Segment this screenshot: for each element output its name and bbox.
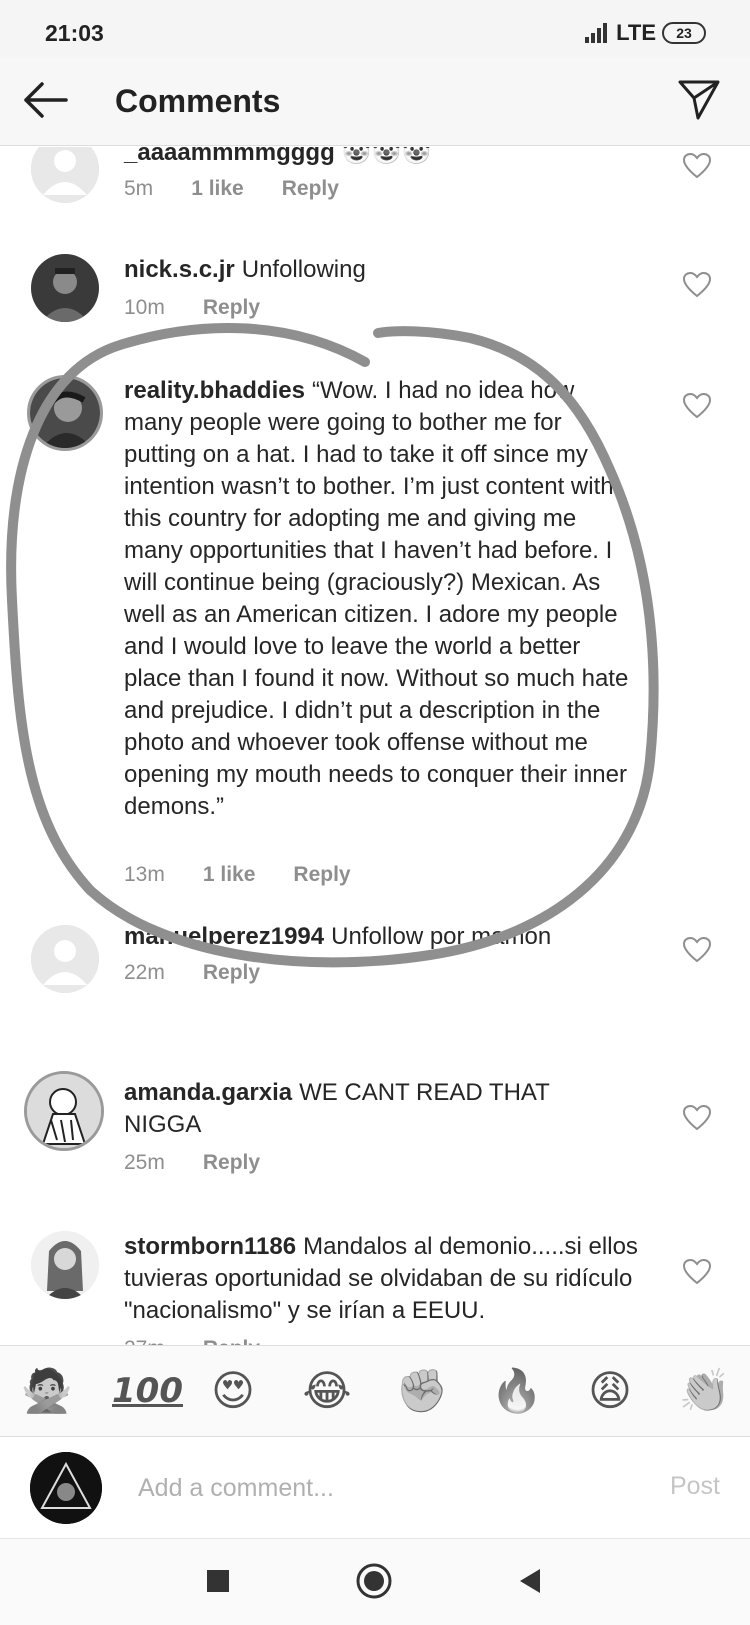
heart-eyes-emoji[interactable]: 😍 xyxy=(206,1364,260,1418)
comment-meta: 5m 1 like Reply xyxy=(124,177,339,201)
reply-button[interactable]: Reply xyxy=(203,296,260,320)
like-heart-icon[interactable] xyxy=(683,272,711,298)
raised-fist-emoji[interactable]: ✊ xyxy=(395,1364,449,1418)
reply-button[interactable]: Reply xyxy=(293,863,350,887)
like-heart-icon[interactable] xyxy=(683,1105,711,1131)
comment-likes[interactable]: 1 like xyxy=(203,863,256,887)
like-heart-icon[interactable] xyxy=(683,1259,711,1285)
avatar[interactable] xyxy=(31,254,99,322)
status-indicators: LTE 23 xyxy=(584,20,706,46)
reply-button[interactable]: Reply xyxy=(282,177,339,201)
comment-body: amanda.garxia WE CANT READ THAT NIGGA xyxy=(124,1077,594,1141)
comment-meta: 13m 1 like Reply xyxy=(124,863,351,887)
network-type: LTE xyxy=(616,20,656,45)
comment-time: 22m xyxy=(124,961,165,984)
comment-body: stormborn1186 Mandalos al demonio.....si … xyxy=(124,1231,644,1327)
recents-square-icon[interactable] xyxy=(196,1559,240,1603)
comment-username[interactable]: amanda.garxia xyxy=(124,1079,292,1106)
comment-time: 13m xyxy=(124,863,165,886)
status-time: 21:03 xyxy=(45,20,104,46)
emoji-quick-bar: 🙅 100 😍 😂 ✊ 🔥 😩 👏 xyxy=(0,1345,750,1437)
like-heart-icon[interactable] xyxy=(683,937,711,963)
comment-username[interactable]: manuelperez1994 xyxy=(124,923,324,950)
comment-time: 25m xyxy=(124,1151,165,1174)
comment-time: 27m xyxy=(124,1337,165,1345)
comment-input[interactable] xyxy=(138,1468,588,1508)
comment-meta: 22m Reply xyxy=(124,961,260,985)
joy-emoji[interactable]: 😂 xyxy=(300,1364,354,1418)
status-bar: 21:03 LTE 23 xyxy=(0,0,750,58)
comment-time: 5m xyxy=(124,177,154,200)
comment-body: manuelperez1994 Unfollow por mamon xyxy=(124,921,654,953)
comment-list[interactable]: _aaaammmmgggg 🤡🤡🤡 5m 1 like Reply nick.s.… xyxy=(0,147,750,1345)
comment-body: reality.bhaddies “Wow. I had no idea how … xyxy=(124,375,639,823)
page-title: Comments xyxy=(115,83,281,119)
avatar[interactable] xyxy=(24,1071,104,1151)
comment-text: 🤡🤡🤡 xyxy=(341,147,432,166)
comment-likes[interactable]: 1 like xyxy=(191,177,244,201)
reply-button[interactable]: Reply xyxy=(203,1151,260,1175)
avatar[interactable] xyxy=(31,925,99,993)
reply-button[interactable]: Reply xyxy=(203,961,260,985)
battery-icon: 23 xyxy=(662,22,706,44)
comment-body: nick.s.c.jr Unfollowing xyxy=(124,254,654,286)
back-triangle-icon[interactable] xyxy=(508,1559,552,1603)
comment-username[interactable]: _aaaammmmgggg xyxy=(124,147,335,166)
home-circle-icon[interactable] xyxy=(352,1559,396,1603)
no-entry-emoji[interactable]: 🙅 xyxy=(20,1364,74,1418)
post-button[interactable]: Post xyxy=(670,1472,720,1501)
comment-body: _aaaammmmgggg 🤡🤡🤡 xyxy=(124,147,654,169)
signal-icon xyxy=(585,23,608,43)
avatar[interactable] xyxy=(27,375,103,451)
comment-meta: 10m Reply xyxy=(124,296,260,320)
weary-emoji[interactable]: 😩 xyxy=(583,1364,637,1418)
comment-username[interactable]: nick.s.c.jr xyxy=(124,256,235,283)
comment-text: “Wow. I had no idea how many people were… xyxy=(124,377,629,820)
comment-username[interactable]: reality.bhaddies xyxy=(124,377,305,404)
clap-emoji[interactable]: 👏 xyxy=(678,1364,732,1418)
user-avatar xyxy=(30,1452,102,1524)
header: Comments xyxy=(0,58,750,146)
comment-meta: 27m Reply xyxy=(124,1337,260,1345)
comment-meta: 25m Reply xyxy=(124,1151,260,1175)
fire-emoji[interactable]: 🔥 xyxy=(490,1364,544,1418)
hundred-emoji[interactable]: 100 xyxy=(112,1364,183,1418)
direct-send-icon[interactable] xyxy=(676,76,722,122)
avatar[interactable] xyxy=(31,1231,99,1299)
comment-username[interactable]: stormborn1186 xyxy=(124,1233,296,1260)
comment-text: Unfollow por mamon xyxy=(331,923,552,950)
like-heart-icon[interactable] xyxy=(683,153,711,179)
comment-time: 10m xyxy=(124,296,165,319)
back-arrow-icon[interactable] xyxy=(20,78,70,122)
battery-level: 23 xyxy=(676,25,692,41)
reply-button[interactable]: Reply xyxy=(203,1337,260,1345)
comment-composer: Post xyxy=(0,1438,750,1538)
system-navigation-bar xyxy=(0,1538,750,1625)
avatar[interactable] xyxy=(31,147,99,203)
comment-text: Unfollowing xyxy=(241,256,366,283)
like-heart-icon[interactable] xyxy=(683,393,711,419)
